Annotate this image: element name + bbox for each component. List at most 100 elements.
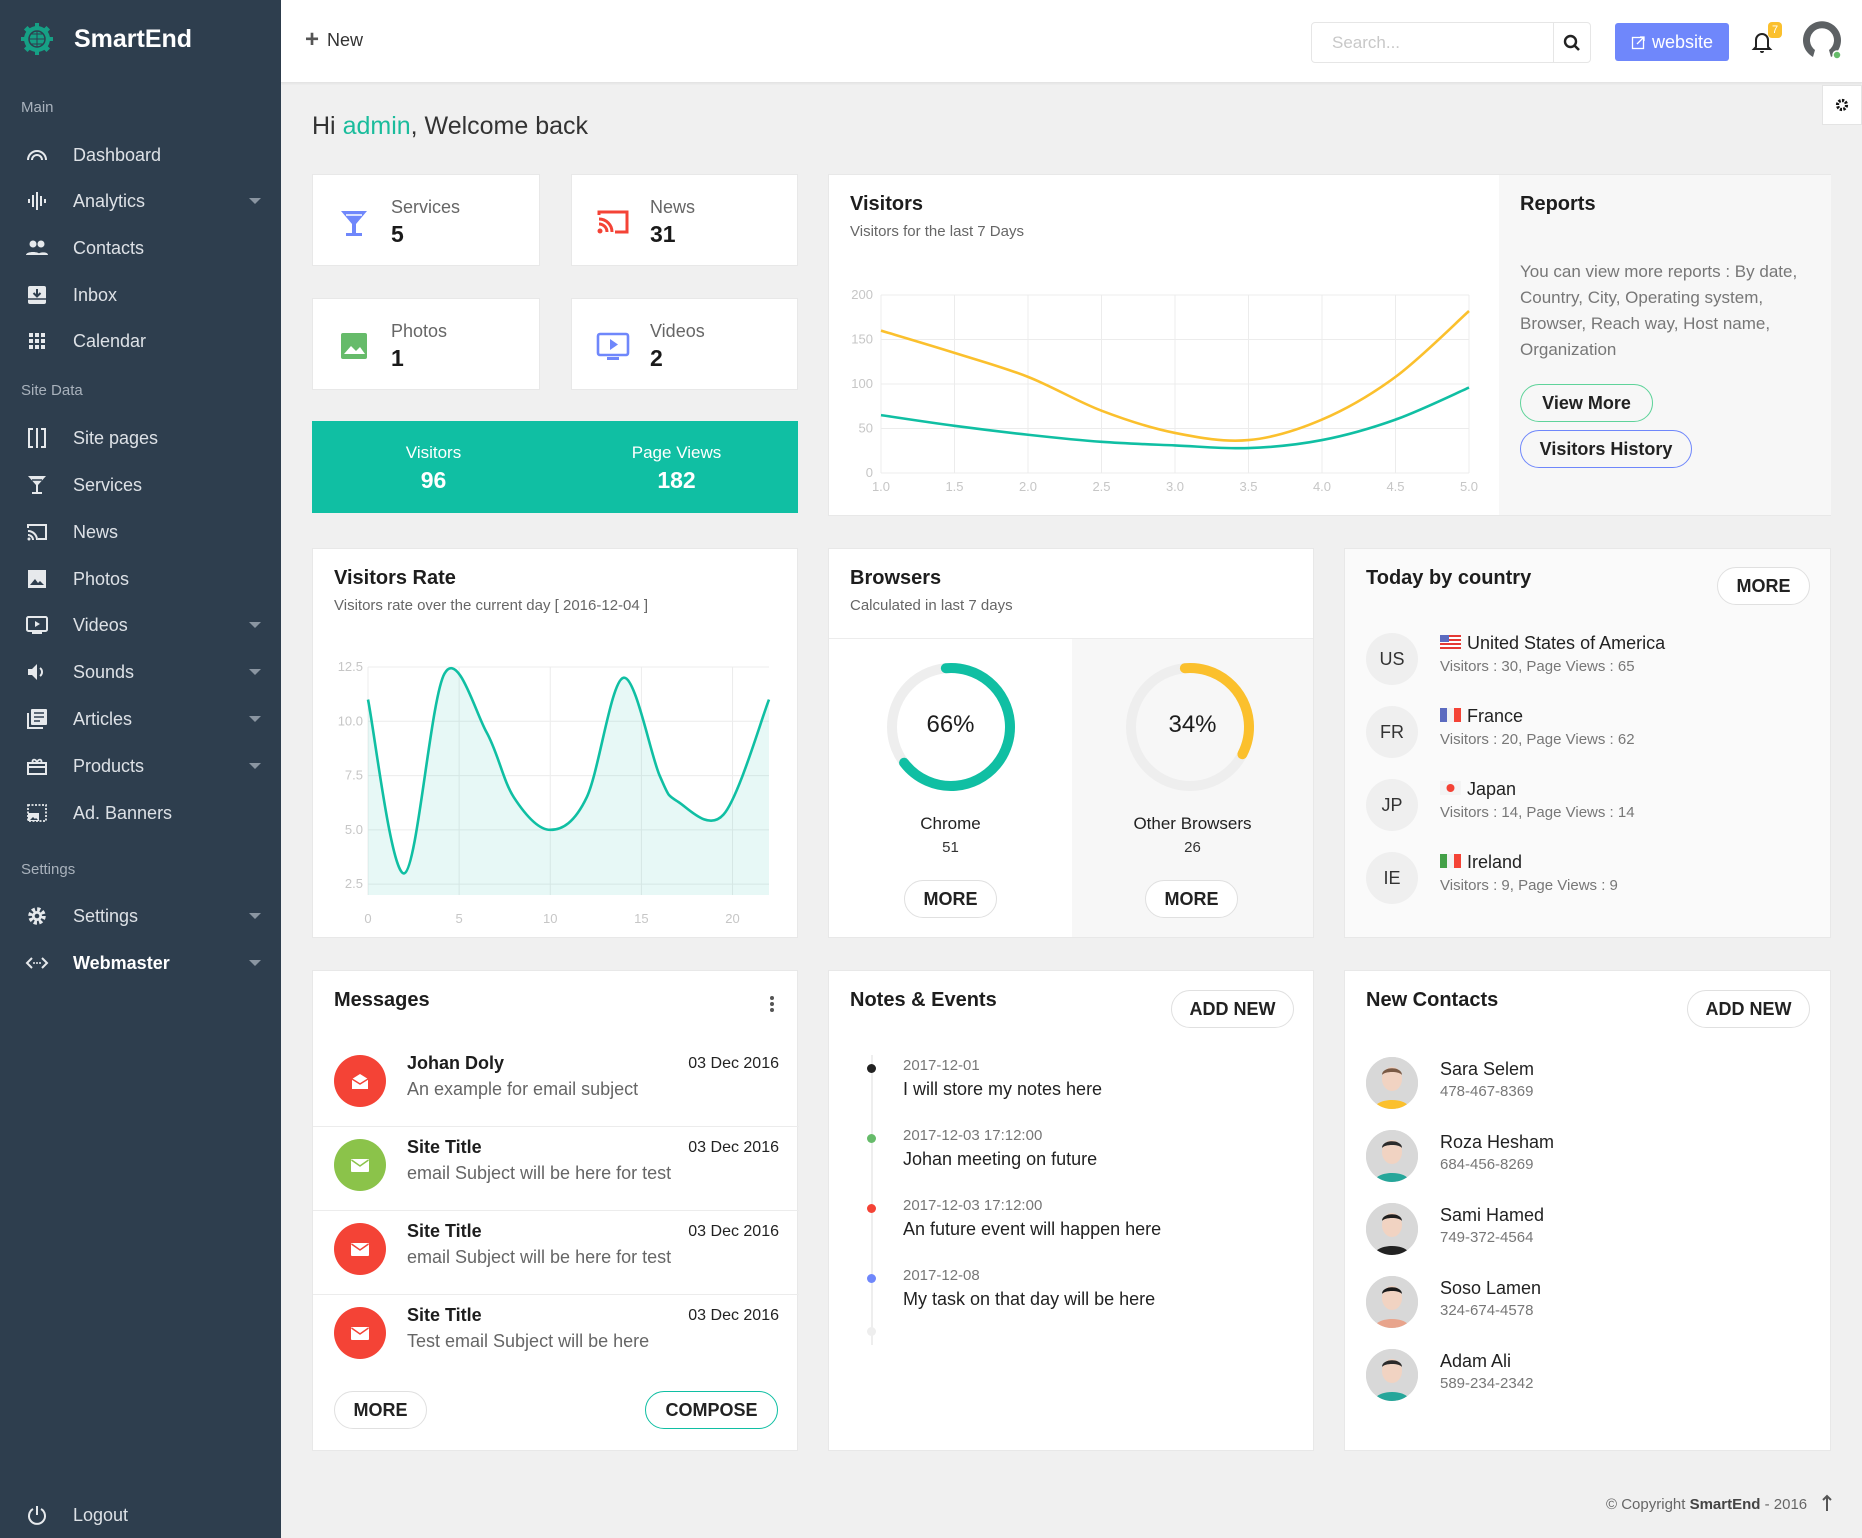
stat-card-videos[interactable]: Videos 2 (571, 298, 798, 390)
user-avatar[interactable] (1799, 17, 1845, 63)
sidebar-item-label: Ad. Banners (73, 802, 173, 823)
notes-card: Notes & Events ADD NEW 2017-12-01 I will … (828, 970, 1314, 1451)
contact-item[interactable]: Sara Selem 478-467-8369 (1366, 1057, 1806, 1119)
theme-settings-button[interactable] (1822, 85, 1862, 125)
countries-more-button[interactable]: MORE (1717, 567, 1810, 605)
new-button[interactable]: + New (305, 28, 363, 52)
message-date: 03 Dec 2016 (688, 1223, 779, 1240)
contact-item[interactable]: Roza Hesham 684-456-8269 (1366, 1130, 1806, 1192)
sidebar-item-articles[interactable]: Articles (0, 696, 281, 742)
note-date: 2017-12-03 17:12:00 (903, 1197, 1043, 1214)
stat-card-photos[interactable]: Photos 1 (312, 298, 540, 390)
message-item[interactable]: Johan Doly An example for email subject 03… (313, 1043, 799, 1127)
sidebar-item-services[interactable]: Services (0, 462, 281, 508)
note-date: 2017-12-08 (903, 1267, 980, 1284)
sidebar-item-dashboard[interactable]: Dashboard (0, 132, 281, 178)
contact-item[interactable]: Adam Ali 589-234-2342 (1366, 1349, 1806, 1411)
stat-label: Services (391, 197, 461, 217)
country-row[interactable]: US United States of America Visitors : 30,… (1366, 633, 1806, 695)
message-item[interactable]: Site Title Test email Subject will be her… (313, 1295, 799, 1379)
visitors-rate-card: Visitors Rate Visitors rate over the cur… (312, 548, 798, 938)
sidebar-item-products[interactable]: Products (0, 743, 281, 789)
visitors-rate-subtitle: Visitors rate over the current day [ 201… (334, 597, 649, 614)
stat-card-services[interactable]: Services 5 (312, 174, 540, 266)
message-date: 03 Dec 2016 (688, 1055, 779, 1072)
chevron-down-icon (249, 716, 261, 722)
flag-icon-jp (1440, 779, 1461, 800)
search-button[interactable] (1553, 23, 1590, 62)
more-vert-icon[interactable] (769, 995, 775, 1013)
country-row[interactable]: IE Ireland Visitors : 9, Page Views : 9 (1366, 852, 1806, 914)
sidebar-item-settings[interactable]: Settings (0, 893, 281, 939)
country-stats: Visitors : 14, Page Views : 14 (1440, 804, 1635, 821)
browser-more-button[interactable]: MORE (904, 880, 997, 918)
contact-avatar (1366, 1276, 1418, 1328)
y-tick-label: 7.5 (345, 768, 363, 783)
notes-add-new-button[interactable]: ADD NEW (1171, 990, 1294, 1028)
area-fill (368, 668, 769, 895)
chevron-down-icon (249, 913, 261, 919)
logout-button[interactable]: Logout (0, 1492, 281, 1538)
sidebar-item-webmaster[interactable]: Webmaster (0, 940, 281, 986)
note-date: 2017-12-03 17:12:00 (903, 1127, 1043, 1144)
stat-value: 1 (391, 345, 404, 371)
compose-button[interactable]: COMPOSE (645, 1391, 778, 1429)
visitors-line-chart: 1.0 1.5 2.0 2.5 3.0 3.5 4.0 4.5 5.0 0 50 100 150 200 (851, 287, 1478, 494)
x-tick-label: 1.5 (945, 479, 963, 494)
stat-card-news[interactable]: News 31 (571, 174, 798, 266)
view-more-button[interactable]: View More (1520, 384, 1653, 422)
country-stats: Visitors : 20, Page Views : 62 (1440, 731, 1635, 748)
logout-label: Logout (73, 1504, 129, 1525)
sidebar-item-videos[interactable]: Videos (0, 602, 281, 648)
sidebar-item-label: Settings (73, 905, 139, 926)
sidebar-item-news[interactable]: News (0, 509, 281, 555)
notes-title: Notes & Events (850, 989, 997, 1011)
browser-more-button[interactable]: MORE (1145, 880, 1238, 918)
sidebar-item-contacts[interactable]: Contacts (0, 225, 281, 271)
country-name-text: France (1467, 706, 1524, 726)
contacts-add-new-button[interactable]: ADD NEW (1687, 990, 1810, 1028)
email-icon (351, 1159, 369, 1172)
stat-label: Photos (391, 321, 448, 341)
contact-name: Roza Hesham (1440, 1132, 1555, 1152)
inbox-icon (25, 283, 49, 307)
message-sender: Site Title (407, 1305, 482, 1325)
contact-avatar (1366, 1130, 1418, 1182)
visitors-history-button[interactable]: Visitors History (1520, 430, 1692, 468)
x-tick-label: 4.5 (1386, 479, 1404, 494)
brand[interactable]: SmartEnd (20, 22, 192, 56)
stat-value: 5 (391, 221, 404, 247)
stat-label: Videos (650, 321, 705, 341)
country-row[interactable]: FR France Visitors : 20, Page Views : 62 (1366, 706, 1806, 768)
section-label-settings: Settings (21, 861, 76, 878)
timeline-dot (867, 1134, 876, 1143)
sidebar-item-label: Site pages (73, 427, 159, 448)
y-tick-label: 200 (851, 287, 873, 302)
stat-label: News (650, 197, 696, 217)
x-tick-label: 0 (364, 911, 371, 926)
country-row[interactable]: JP Japan Visitors : 14, Page Views : 14 (1366, 779, 1806, 841)
sidebar-item-calendar[interactable]: Calendar (0, 318, 281, 364)
country-stats: Visitors : 30, Page Views : 65 (1440, 658, 1635, 675)
arrow-up-icon[interactable] (1822, 1494, 1832, 1512)
total-visitors-label: Visitors (405, 443, 462, 462)
sidebar-item-analytics[interactable]: Analytics (0, 178, 281, 224)
contacts-title: New Contacts (1366, 989, 1499, 1011)
search-input[interactable] (1312, 23, 1553, 62)
contact-item[interactable]: Sami Hamed 749-372-4564 (1366, 1203, 1806, 1265)
message-item[interactable]: Site Title email Subject will be here for… (313, 1127, 799, 1211)
sidebar-item-photos[interactable]: Photos (0, 556, 281, 602)
sidebar-item-sounds[interactable]: Sounds (0, 649, 281, 695)
contact-item[interactable]: Soso Lamen 324-674-4578 (1366, 1276, 1806, 1338)
sidebar-item-site-pages[interactable]: Site pages (0, 415, 281, 461)
greeting-username[interactable]: admin (343, 112, 411, 140)
reports-panel: Reports You can view more reports : By d… (1499, 175, 1831, 515)
messages-more-button[interactable]: MORE (334, 1391, 427, 1429)
message-item[interactable]: Site Title email Subject will be here for… (313, 1211, 799, 1295)
sidebar-item-ad-banners[interactable]: Ad. Banners (0, 790, 281, 836)
website-button[interactable]: website (1615, 23, 1729, 61)
sidebar-item-inbox[interactable]: Inbox (0, 272, 281, 318)
message-avatar (334, 1055, 386, 1107)
sidebar-item-label: Services (73, 474, 143, 495)
contacts-icon (25, 236, 49, 260)
